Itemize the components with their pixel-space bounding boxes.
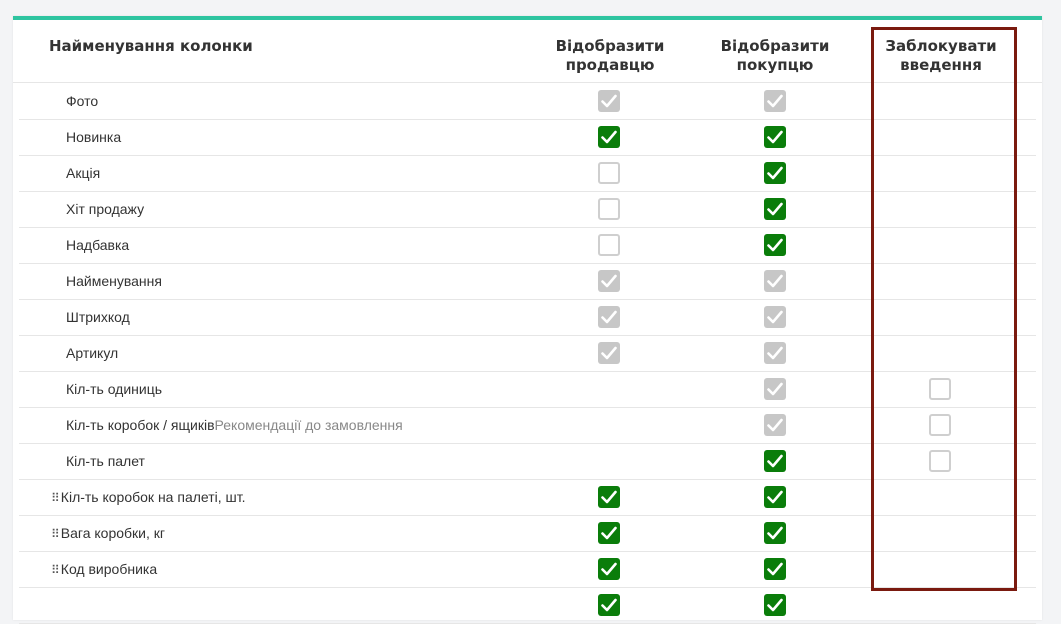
show-seller-checkbox[interactable] [598, 558, 620, 580]
show-seller-checkbox[interactable] [598, 594, 620, 616]
table-row: Найменування [19, 263, 1036, 300]
row-label-text: Штрихкод [66, 309, 130, 325]
row-label-text: Кіл-ть палет [66, 453, 145, 469]
row-label: Надбавка [66, 227, 129, 263]
table-row: Хіт продажу [19, 191, 1036, 228]
row-label: Кіл-ть палет [66, 443, 145, 479]
show-buyer-checkbox [764, 306, 786, 328]
table-row: Кіл-ть одиниць [19, 371, 1036, 408]
show-buyer-checkbox [764, 342, 786, 364]
table-row: Новинка [19, 119, 1036, 156]
show-buyer-checkbox[interactable] [764, 594, 786, 616]
table-row: Кіл-ть коробок / ящиківРекомендації до з… [19, 407, 1036, 444]
row-label: Штрихкод [66, 299, 130, 335]
show-buyer-checkbox[interactable] [764, 450, 786, 472]
drag-handle-icon[interactable]: ⠿ [51, 491, 60, 505]
header-column-name: Найменування колонки [49, 37, 253, 55]
show-buyer-checkbox[interactable] [764, 126, 786, 148]
row-label: Акція [66, 155, 100, 191]
row-label-text: Кіл-ть одиниць [66, 381, 163, 397]
table-row: Акція [19, 155, 1036, 192]
block-input-checkbox[interactable] [929, 378, 951, 400]
show-seller-checkbox[interactable] [598, 486, 620, 508]
row-label: Хіт продажу [66, 191, 144, 227]
show-seller-checkbox [598, 342, 620, 364]
row-label-text: Акція [66, 165, 101, 181]
row-label: ⠿ Вага коробки, кг [51, 515, 165, 551]
show-buyer-checkbox [764, 414, 786, 436]
show-buyer-checkbox[interactable] [764, 522, 786, 544]
show-buyer-checkbox[interactable] [764, 486, 786, 508]
show-seller-checkbox [598, 306, 620, 328]
show-buyer-checkbox [764, 378, 786, 400]
row-label-text: Хіт продажу [66, 201, 145, 217]
block-input-checkbox[interactable] [929, 414, 951, 436]
table-row: Кіл-ть палет [19, 443, 1036, 480]
show-seller-checkbox [598, 270, 620, 292]
header-show-buyer: Відобразити покупцю [720, 37, 830, 74]
row-label: ⠿ Кіл-ть коробок на палеті, шт. [51, 479, 246, 515]
show-seller-checkbox[interactable] [598, 162, 620, 184]
row-label-text: Артикул [66, 345, 119, 361]
show-buyer-checkbox[interactable] [764, 198, 786, 220]
table-row: Артикул [19, 335, 1036, 372]
row-label-text: Кіл-ть коробок / ящиків [66, 417, 215, 433]
table-row: ⠿ Вага коробки, кг [19, 515, 1036, 552]
table-row: Фото [19, 83, 1036, 120]
row-label: Кіл-ть одиниць [66, 371, 162, 407]
header-show-seller: Відобразити продавцю [555, 37, 665, 74]
show-buyer-checkbox [764, 270, 786, 292]
row-label: Найменування [66, 263, 162, 299]
show-buyer-checkbox[interactable] [764, 162, 786, 184]
table-row: ⠿ Кіл-ть коробок на палеті, шт. [19, 479, 1036, 516]
table-row [19, 587, 1036, 624]
table-row: Надбавка [19, 227, 1036, 264]
row-label-text: Надбавка [66, 237, 130, 253]
header-block-input: Заблокувати введення [885, 37, 997, 74]
row-label-text: Новинка [66, 129, 122, 145]
show-buyer-checkbox[interactable] [764, 558, 786, 580]
row-label: Новинка [66, 119, 121, 155]
row-label-text: Кіл-ть коробок на палеті, шт. [60, 489, 246, 505]
table-row: Штрихкод [19, 299, 1036, 336]
show-buyer-checkbox[interactable] [764, 234, 786, 256]
show-seller-checkbox[interactable] [598, 234, 620, 256]
row-label-text: Найменування [66, 273, 162, 289]
row-label-text: Фото [66, 93, 99, 109]
table-header: Найменування колонки Відобразити продавц… [13, 20, 1042, 83]
block-input-checkbox[interactable] [929, 450, 951, 472]
row-label: Фото [66, 83, 98, 119]
row-label-text: Вага коробки, кг [60, 525, 166, 541]
table-row: ⠿ Код виробника [19, 551, 1036, 588]
row-label-text: Код виробника [60, 561, 158, 577]
show-seller-checkbox[interactable] [598, 522, 620, 544]
show-buyer-checkbox [764, 90, 786, 112]
row-label: Артикул [66, 335, 118, 371]
show-seller-checkbox [598, 90, 620, 112]
row-label: Кіл-ть коробок / ящиківРекомендації до з… [66, 407, 403, 443]
show-seller-checkbox[interactable] [598, 126, 620, 148]
row-label: ⠿ Код виробника [51, 551, 157, 587]
drag-handle-icon[interactable]: ⠿ [51, 563, 60, 577]
row-hint-text: Рекомендації до замовлення [214, 417, 403, 433]
column-settings-panel: Найменування колонки Відобразити продавц… [13, 16, 1042, 624]
show-seller-checkbox[interactable] [598, 198, 620, 220]
drag-handle-icon[interactable]: ⠿ [51, 527, 60, 541]
